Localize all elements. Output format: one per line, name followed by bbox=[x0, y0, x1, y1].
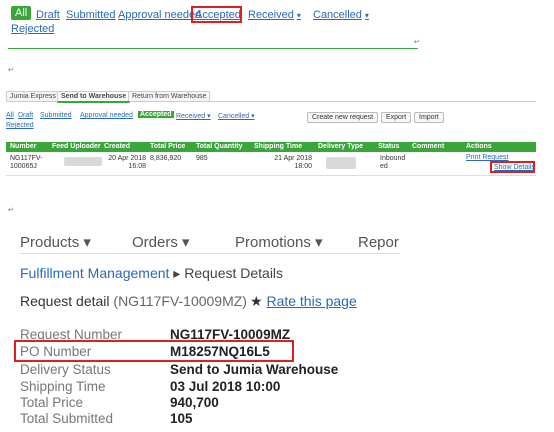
return-mark-icon: ↵ bbox=[8, 67, 14, 74]
column-header-feed-uploader[interactable]: Feed Uploader bbox=[52, 143, 101, 150]
column-header-delivery-type[interactable]: Delivery Type bbox=[318, 143, 363, 150]
cell-shipping-time: 21 Apr 2018 18:00 bbox=[274, 155, 312, 170]
column-header-number[interactable]: Number bbox=[10, 143, 36, 150]
detail-value-delivery-status: Send to Jumia Warehouse bbox=[170, 362, 339, 377]
warehouse-tabs: Jumia Express Send to Warehouse Return f… bbox=[6, 90, 536, 103]
filter-submitted[interactable]: Submitted bbox=[40, 112, 72, 119]
cell-status: Inbound ed bbox=[380, 155, 406, 170]
print-request-link[interactable]: Print Request bbox=[466, 154, 508, 161]
tab-send-to-warehouse[interactable]: Send to Warehouse bbox=[57, 91, 131, 103]
column-header-status[interactable]: Status bbox=[378, 143, 399, 150]
rate-this-page-link[interactable]: Rate this page bbox=[266, 293, 356, 309]
cell-total-price: 8,836,920 bbox=[150, 155, 182, 162]
tab-return-from-warehouse[interactable]: Return from Warehouse bbox=[128, 91, 211, 101]
page-title-request-id: (NG117FV-10009MZ) bbox=[113, 293, 247, 309]
create-new-request-button[interactable]: Create new request bbox=[307, 112, 379, 123]
top-nav: Products ▾ Orders ▾ Promotions ▾ Repor bbox=[20, 232, 400, 254]
filter-tab-draft[interactable]: Draft bbox=[36, 9, 60, 21]
rate-page: ★ Rate this page bbox=[250, 293, 357, 310]
page-title-text: Request detail bbox=[20, 293, 110, 309]
redacted-cell bbox=[326, 157, 356, 169]
filter-draft[interactable]: Draft bbox=[18, 112, 33, 119]
po-number-highlight-box bbox=[14, 340, 294, 362]
filter-tab-rejected[interactable]: Rejected bbox=[11, 23, 54, 35]
column-header-actions: Actions bbox=[466, 143, 492, 150]
detail-label-total-submitted: Total Submitted bbox=[20, 411, 114, 426]
filter-accepted[interactable]: Accepted bbox=[138, 111, 174, 118]
nav-promotions[interactable]: Promotions ▾ bbox=[235, 235, 323, 251]
star-icon: ★ bbox=[250, 293, 263, 309]
breadcrumb: Fulfillment Management ▸ Request Details bbox=[20, 265, 283, 282]
detail-value-total-submitted: 105 bbox=[170, 411, 193, 426]
column-header-created[interactable]: Created bbox=[104, 143, 130, 150]
return-mark-icon: ↵ bbox=[8, 207, 14, 214]
nav-products[interactable]: Products ▾ bbox=[20, 235, 91, 251]
filter-rejected[interactable]: Rejected bbox=[6, 122, 34, 129]
import-button[interactable]: Import bbox=[414, 112, 444, 123]
filter-tab-approval-needed[interactable]: Approval needed bbox=[118, 9, 201, 21]
filter-tab-submitted[interactable]: Submitted bbox=[66, 9, 116, 21]
accepted-highlight-box bbox=[191, 6, 242, 23]
nav-reports[interactable]: Repor bbox=[358, 235, 399, 251]
detail-label-delivery-status: Delivery Status bbox=[20, 362, 111, 377]
detail-label-total-price: Total Price bbox=[20, 395, 84, 410]
requests-table-panel: Jumia Express Send to Warehouse Return f… bbox=[6, 90, 536, 186]
breadcrumb-current: Request Details bbox=[184, 265, 284, 281]
filter-all[interactable]: All bbox=[6, 112, 14, 119]
show-details-highlight-box bbox=[490, 161, 535, 173]
redacted-cell bbox=[64, 157, 102, 166]
chevron-down-icon: ▾ bbox=[296, 11, 301, 20]
filter-tab-all[interactable]: All bbox=[11, 6, 32, 20]
column-header-shipping-time[interactable]: Shipping Time bbox=[254, 143, 302, 150]
detail-label-shipping-time: Shipping Time bbox=[20, 379, 106, 394]
chevron-down-icon: ▾ bbox=[364, 11, 369, 20]
breadcrumb-separator-icon: ▸ bbox=[173, 265, 181, 281]
column-header-comment[interactable]: Comment bbox=[412, 143, 444, 150]
column-header-total-price[interactable]: Total Price bbox=[150, 143, 185, 150]
table-row: NG117FV-100065J 20 Apr 2018 16:08 8,836,… bbox=[6, 152, 536, 176]
detail-value-shipping-time: 03 Jul 2018 10:00 bbox=[170, 379, 281, 394]
breadcrumb-fulfillment-management[interactable]: Fulfillment Management bbox=[20, 265, 169, 281]
cell-total-quantity: 985 bbox=[196, 155, 208, 162]
return-mark-icon: ↵ bbox=[414, 39, 420, 46]
filter-cancelled[interactable]: Cancelled ▾ bbox=[218, 112, 255, 120]
status-filter-bar: All Draft Submitted Approval needed Acce… bbox=[8, 3, 420, 49]
filter-approval-needed[interactable]: Approval needed bbox=[80, 112, 133, 119]
cell-created: 20 Apr 2018 16:08 bbox=[108, 155, 146, 170]
page-title: Request detail (NG117FV-10009MZ) bbox=[20, 293, 247, 309]
detail-value-total-price: 940,700 bbox=[170, 395, 219, 410]
tab-jumia-express[interactable]: Jumia Express bbox=[6, 91, 60, 101]
export-button[interactable]: Export bbox=[381, 112, 412, 123]
table-header: Number Feed Uploader Created Total Price… bbox=[6, 142, 536, 152]
nav-orders[interactable]: Orders ▾ bbox=[132, 235, 190, 251]
filter-tab-received[interactable]: Received ▾ bbox=[248, 9, 301, 21]
filter-received[interactable]: Received ▾ bbox=[176, 112, 211, 120]
request-details-panel: Products ▾ Orders ▾ Promotions ▾ Repor F… bbox=[14, 232, 400, 432]
cell-number: NG117FV-100065J bbox=[10, 155, 43, 170]
filter-tab-cancelled[interactable]: Cancelled ▾ bbox=[313, 9, 369, 21]
column-header-total-quantity[interactable]: Total Quantity bbox=[196, 143, 243, 150]
